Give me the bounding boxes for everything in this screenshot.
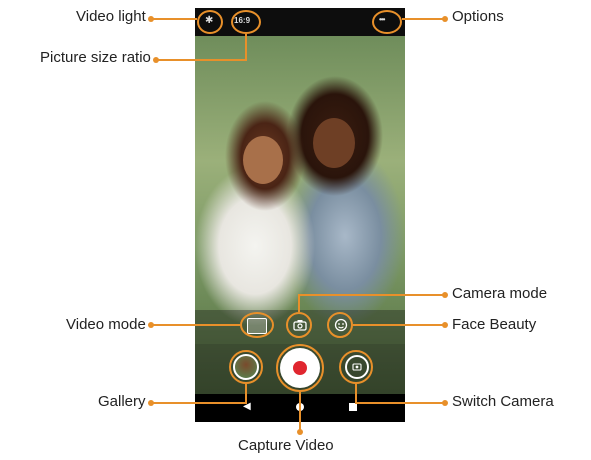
switch-camera-leader-dot — [442, 400, 448, 406]
gallery-leader-dot — [148, 400, 154, 406]
video-mode-leader-dot — [148, 322, 154, 328]
picture-size-ratio-leader-v — [245, 34, 247, 61]
face-beauty-leader-dot — [442, 322, 448, 328]
switch-camera-leader-h — [355, 402, 445, 404]
gallery-leader-v — [245, 384, 247, 404]
camera-mode-leader-dot — [442, 292, 448, 298]
picture-size-ratio-leader-dot — [153, 57, 159, 63]
gallery-leader-h — [150, 402, 246, 404]
recents-icon[interactable] — [349, 403, 357, 411]
video-light-leader-dot — [148, 16, 154, 22]
camera-mode-leader-v — [298, 294, 300, 312]
options-highlight — [372, 10, 402, 34]
video-light-leader — [150, 18, 197, 20]
gallery-highlight — [229, 350, 263, 384]
picture-size-ratio-highlight — [231, 10, 261, 34]
face-beauty-leader — [353, 324, 445, 326]
picture-size-ratio-leader-h — [155, 59, 245, 61]
viewfinder-subject-right — [313, 118, 355, 168]
callout-capture-video: Capture Video — [238, 437, 334, 454]
callout-video-light: Video light — [76, 8, 146, 25]
switch-camera-highlight — [339, 350, 373, 384]
capture-video-leader — [299, 392, 301, 432]
switch-camera-leader-v — [355, 384, 357, 404]
camera-mode-leader-h — [298, 294, 445, 296]
capture-video-highlight — [276, 344, 324, 392]
video-light-highlight — [197, 10, 223, 34]
face-beauty-highlight — [327, 312, 353, 338]
callout-switch-camera: Switch Camera — [452, 393, 554, 410]
callout-face-beauty: Face Beauty — [452, 316, 537, 333]
callout-options: Options — [452, 8, 504, 25]
video-mode-leader — [150, 324, 240, 326]
callout-picture-size-ratio: Picture size ratio — [40, 49, 151, 66]
capture-video-leader-dot — [297, 429, 303, 435]
callout-camera-mode: Camera mode — [452, 285, 548, 302]
viewfinder-subject-left — [243, 136, 283, 184]
camera-mode-highlight — [286, 312, 312, 338]
options-leader — [402, 18, 445, 20]
video-mode-highlight — [240, 312, 274, 338]
callout-gallery: Gallery — [98, 393, 146, 410]
options-leader-dot — [442, 16, 448, 22]
callout-video-mode: Video mode — [66, 316, 146, 333]
